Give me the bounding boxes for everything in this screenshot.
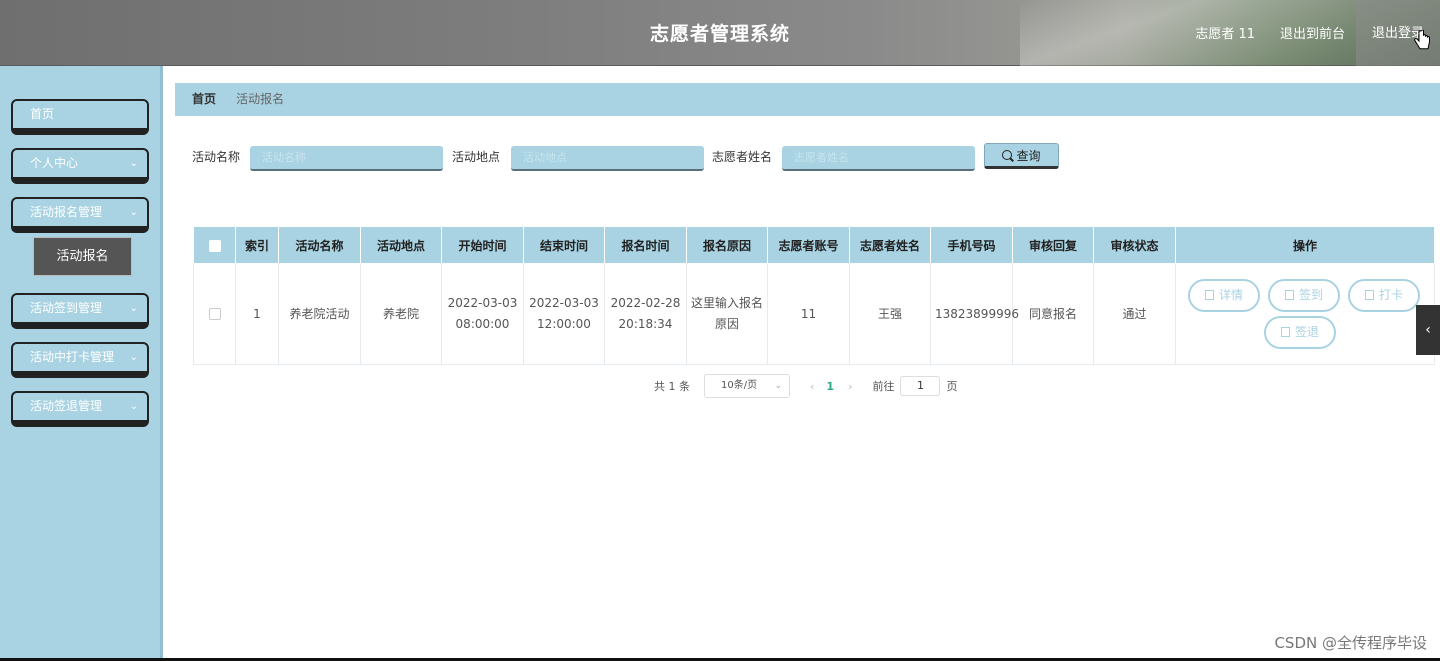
collapse-panel-toggle[interactable]: ‹: [1416, 305, 1440, 355]
watermark: CSDN @全传程序毕设: [1274, 634, 1427, 652]
clockin-button[interactable]: 打卡: [1348, 279, 1420, 312]
table-row: 1 养老院活动 养老院 2022-03-03 08:00:00 2022-03-…: [193, 263, 1435, 365]
detail-button-label: 详情: [1218, 288, 1243, 302]
exit-to-front-link[interactable]: 退出到前台: [1280, 23, 1345, 42]
prev-page-icon[interactable]: ‹: [810, 380, 814, 393]
page-suffix: 页: [946, 380, 958, 393]
column-header: 志愿者账号: [767, 226, 850, 264]
header-select-all[interactable]: [193, 226, 236, 264]
activity-name-label: 活动名称: [192, 150, 241, 164]
pagination: 共 1 条 10条/页 ⌄ ‹ 1 › 前往 1 页: [654, 373, 957, 399]
chevron-down-icon: ⌄: [129, 352, 138, 363]
sidebar-item-label: 活动签到管理: [30, 301, 103, 315]
document-icon: [1364, 290, 1374, 300]
sidebar-item-label: 活动中打卡管理: [30, 350, 115, 364]
sidebar-item-signup-management[interactable]: 活动报名管理 ⌄: [11, 197, 149, 233]
column-header: 审核回复: [1012, 226, 1094, 264]
checkin-button[interactable]: 签到: [1268, 279, 1340, 312]
top-header: 志愿者管理系统 志愿者 11 退出到前台 退出登录: [0, 0, 1440, 66]
chevron-down-icon: ⌄: [774, 381, 782, 391]
page-size-select[interactable]: 10条/页 ⌄: [704, 374, 790, 398]
sidebar-item-home[interactable]: 首页: [11, 99, 149, 135]
detail-button[interactable]: 详情: [1188, 279, 1260, 312]
sidebar-item-clockin-management[interactable]: 活动中打卡管理 ⌄: [11, 342, 149, 378]
column-header: 结束时间: [523, 226, 605, 264]
checkbox[interactable]: [208, 308, 221, 320]
column-header: 手机号码: [930, 226, 1013, 264]
chevron-up-icon: ⌄: [129, 207, 138, 218]
column-header: 索引: [235, 226, 279, 264]
chevron-down-icon: ⌄: [129, 303, 138, 314]
cell-end-time: 2022-03-03 12:00:00: [523, 263, 605, 365]
column-header: 开始时间: [441, 226, 524, 264]
location-label: 活动地点: [452, 150, 501, 164]
chevron-down-icon: ⌄: [129, 401, 138, 412]
volunteer-name-input[interactable]: [782, 146, 975, 171]
breadcrumb-current: 活动报名: [236, 92, 285, 106]
breadcrumb-home[interactable]: 首页: [192, 92, 216, 106]
cell-activity-name: 养老院活动: [278, 263, 361, 365]
chevron-left-icon: ‹: [1425, 322, 1431, 338]
cell-actions: 详情 签到 打卡签退: [1175, 263, 1435, 365]
column-header: 操作: [1175, 226, 1435, 264]
breadcrumb-separator: /: [224, 92, 229, 106]
hand-cursor-icon: [1414, 30, 1430, 50]
table-header-row: 索引 活动名称 活动地点 开始时间 结束时间 报名时间 报名原因 志愿者账号 志…: [193, 226, 1435, 264]
cell-name: 王强: [849, 263, 931, 365]
chevron-down-icon: ⌄: [129, 158, 138, 169]
document-icon: [1204, 290, 1214, 300]
column-header: 活动地点: [360, 226, 442, 264]
breadcrumb: 首页 / 活动报名: [175, 83, 1440, 116]
sidebar-item-label: 活动报名管理: [30, 205, 103, 219]
current-user: 志愿者 11: [1195, 27, 1255, 42]
cell-account: 11: [767, 263, 850, 365]
cell-start-time: 2022-03-03 08:00:00: [441, 263, 524, 365]
document-icon: [1280, 327, 1290, 337]
cell-index: 1: [235, 263, 279, 365]
column-header: 报名时间: [604, 226, 687, 264]
checkin-button-label: 签到: [1298, 288, 1323, 302]
column-header: 报名原因: [686, 226, 768, 264]
cell-location: 养老院: [360, 263, 442, 365]
sidebar-subitem-signup[interactable]: 活动报名: [33, 237, 132, 276]
cell-reason: 这里输入报名原因: [686, 263, 768, 365]
row-select-cell[interactable]: [193, 263, 236, 365]
sidebar-item-label: 活动签退管理: [30, 399, 103, 413]
checkout-button[interactable]: 签退: [1264, 316, 1336, 349]
checkbox[interactable]: [208, 239, 221, 252]
goto-label: 前往: [872, 380, 895, 393]
goto-page-input[interactable]: 1: [900, 376, 941, 396]
location-input[interactable]: [511, 146, 704, 171]
clockin-button-label: 打卡: [1378, 288, 1403, 302]
page-size-value: 10条/页: [721, 380, 758, 391]
cell-status: 通过: [1093, 263, 1176, 365]
search-icon: [1002, 150, 1013, 160]
column-header: 审核状态: [1093, 226, 1176, 264]
query-button[interactable]: 查询: [984, 143, 1059, 169]
sidebar-item-label: 首页: [30, 107, 55, 121]
sidebar-item-label: 个人中心: [30, 156, 79, 170]
column-header: 志愿者姓名: [849, 226, 931, 264]
sidebar-item-personal-center[interactable]: 个人中心 ⌄: [11, 148, 149, 184]
document-icon: [1284, 290, 1294, 300]
cell-phone: 13823899996: [930, 263, 1019, 365]
cell-reply: 同意报名: [1012, 263, 1094, 365]
cell-signup-time: 2022-02-28 20:18:34: [604, 263, 687, 365]
query-button-label: 查询: [1016, 148, 1041, 163]
sidebar-item-checkin-management[interactable]: 活动签到管理 ⌄: [11, 293, 149, 329]
activity-name-input[interactable]: [250, 146, 443, 171]
volunteer-name-label: 志愿者姓名: [712, 150, 773, 164]
column-header: 活动名称: [278, 226, 361, 264]
pagination-total: 共 1 条: [654, 380, 690, 393]
page-number-current[interactable]: 1: [826, 380, 834, 393]
checkout-button-label: 签退: [1294, 325, 1319, 339]
signup-table: 索引 活动名称 活动地点 开始时间 结束时间 报名时间 报名原因 志愿者账号 志…: [193, 226, 1435, 365]
sidebar-item-checkout-management[interactable]: 活动签退管理 ⌄: [11, 391, 149, 427]
next-page-icon[interactable]: ›: [848, 380, 852, 393]
